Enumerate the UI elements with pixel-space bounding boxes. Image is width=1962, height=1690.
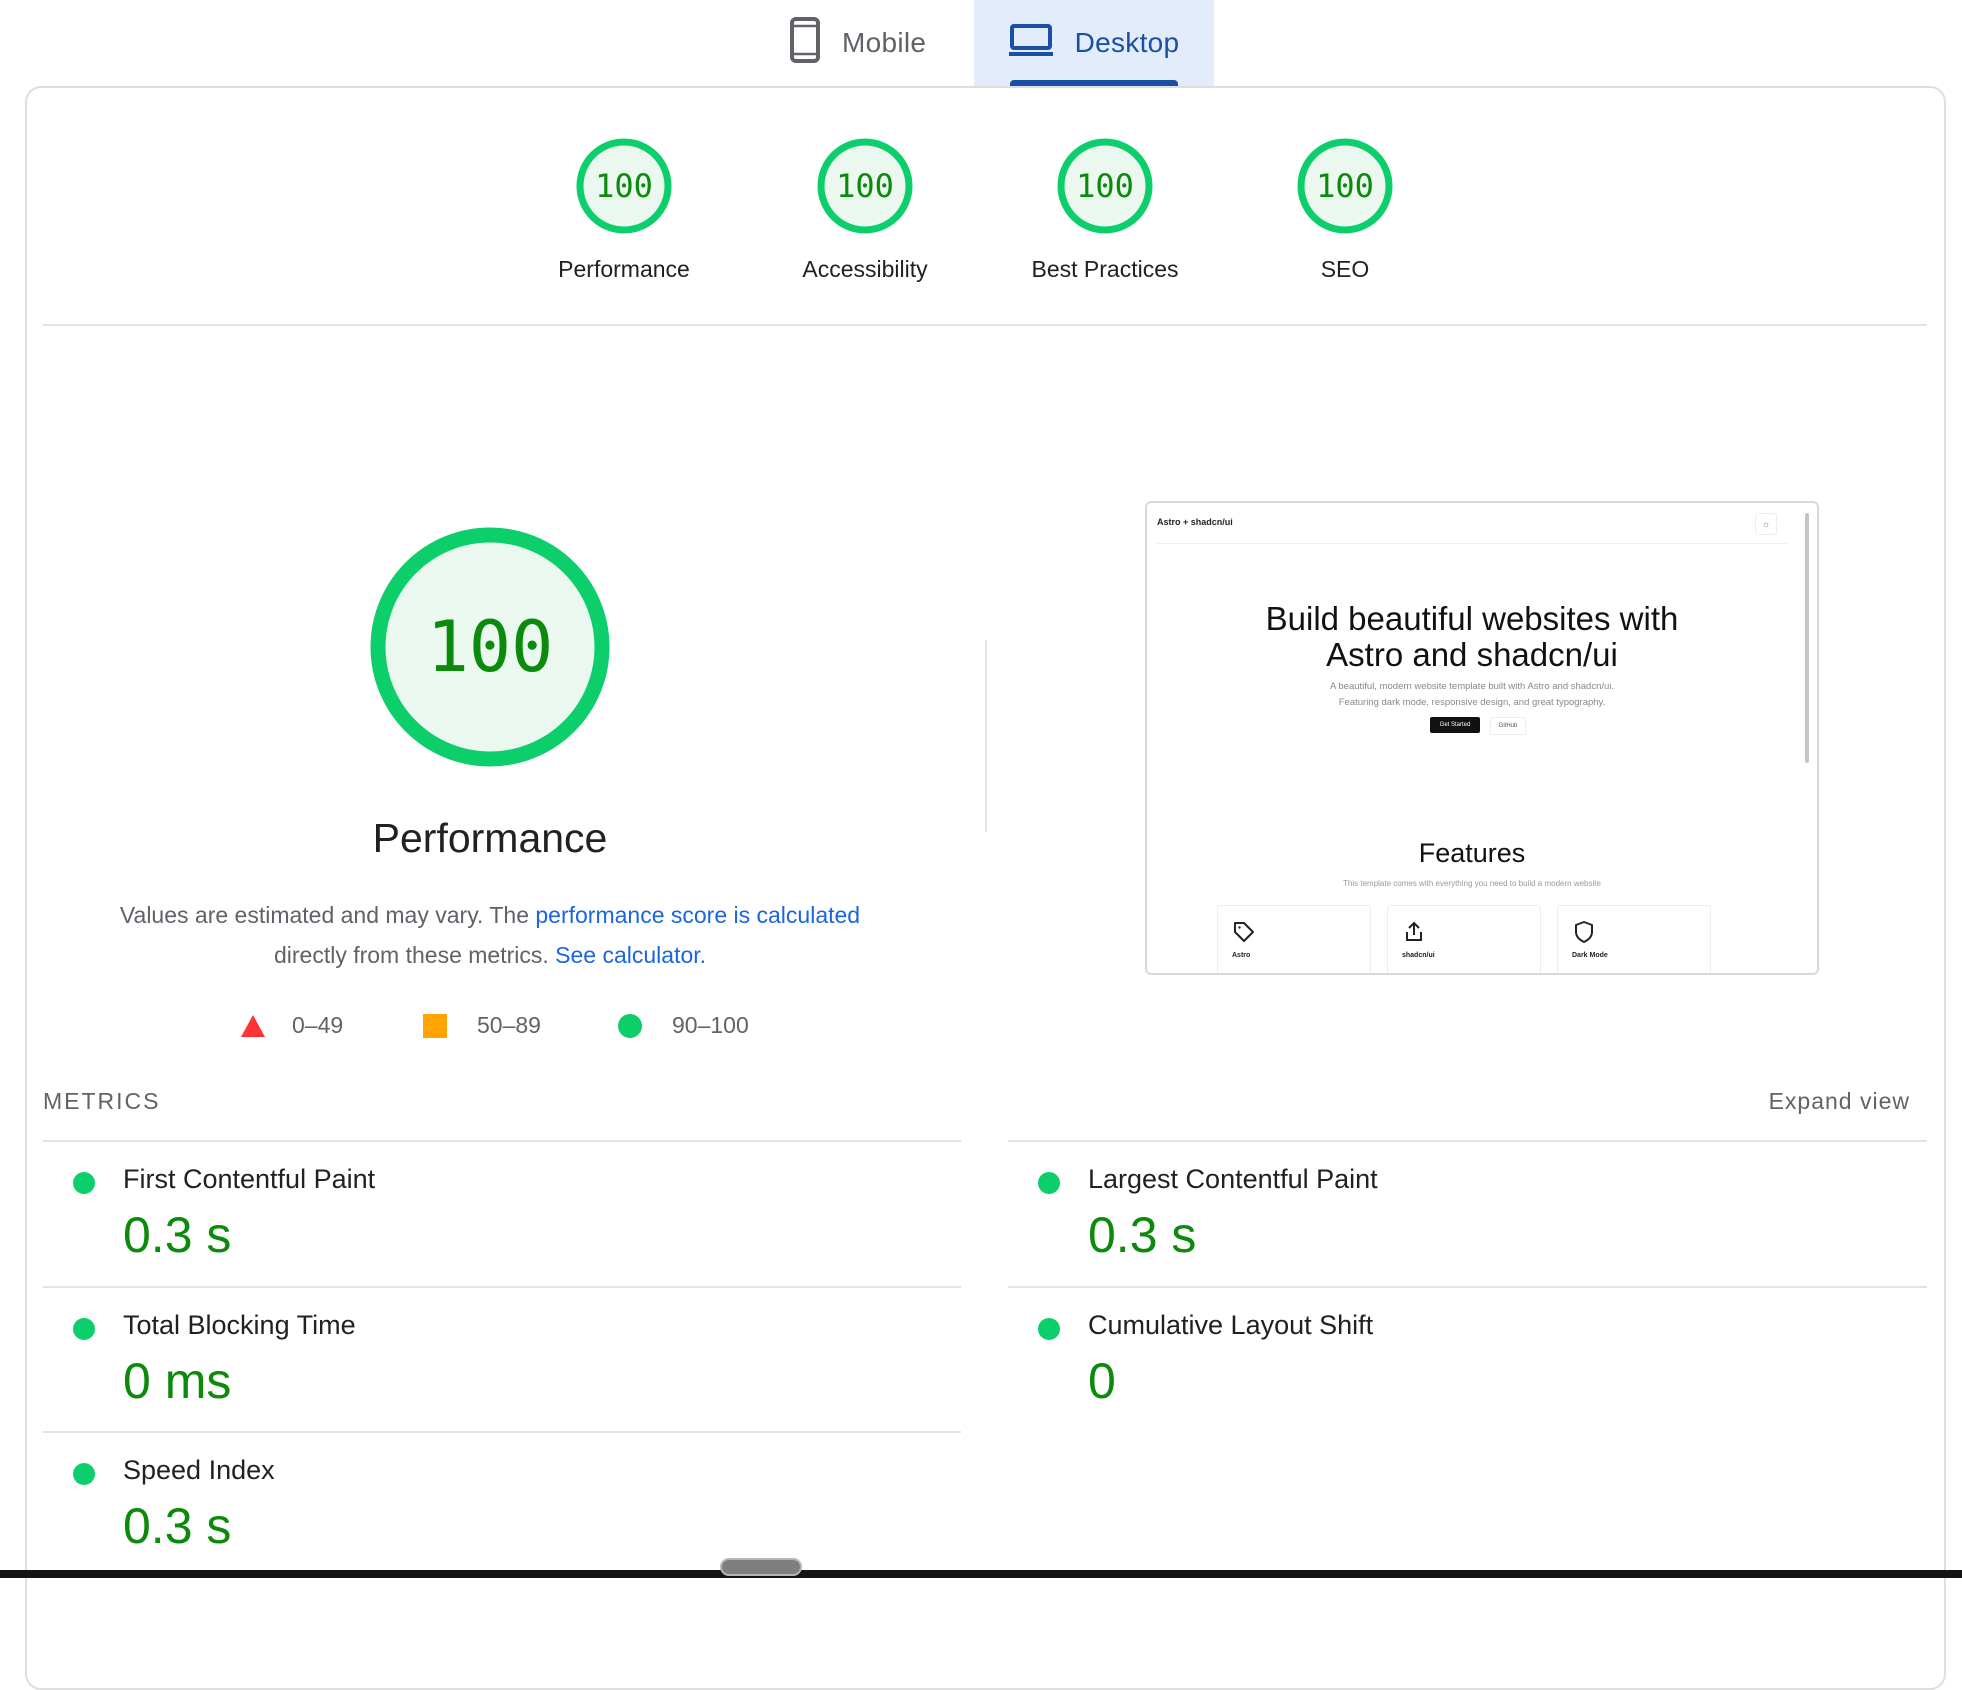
pass-circle-icon <box>73 1172 95 1194</box>
tab-mobile-label: Mobile <box>842 27 927 58</box>
metric-name: Largest Contentful Paint <box>1088 1164 1378 1194</box>
thumb-features-subtitle: This template comes with everything you … <box>1343 879 1601 888</box>
score-gauge: 100 <box>1297 138 1393 234</box>
category-gauge-best-practices[interactable]: 100 Best Practices <box>985 136 1225 283</box>
see-calculator-link[interactable]: See calculator. <box>555 942 706 968</box>
thumb-sub-line1: A beautiful, modern website template bui… <box>1329 681 1615 692</box>
metric-value: 0.3 s <box>123 1207 232 1263</box>
category-gauge-performance[interactable]: 100 Performance <box>504 136 744 283</box>
metric-value: 0.3 s <box>1088 1207 1197 1263</box>
metric-value: 0.3 s <box>123 1498 232 1554</box>
performance-score: 100 <box>427 606 553 688</box>
bottom-bar <box>0 1570 1962 1578</box>
thumb-heading-line1: Build beautiful websites with <box>1265 600 1679 637</box>
desc-text-2: directly from these metrics. <box>273 942 556 968</box>
metric-cumulative-layout-shift: Cumulative Layout Shift 0 <box>1008 1288 1926 1433</box>
pass-circle-icon <box>1038 1172 1060 1194</box>
gauge-score: 100 <box>836 167 894 205</box>
category-label: Accessibility <box>802 256 928 282</box>
score-gauge: 100 <box>576 138 672 234</box>
legend-average: 50–89 <box>423 1012 541 1039</box>
category-gauge-seo[interactable]: 100 SEO <box>1225 136 1465 283</box>
tab-mobile[interactable]: Mobile <box>790 0 970 86</box>
thumb-sub-line2: Featuring dark mode, responsive design, … <box>1338 697 1606 708</box>
legend-range: 50–89 <box>477 1012 541 1038</box>
gauge-score: 100 <box>595 167 653 205</box>
thumb-feature-card: Dark Mode <box>1557 905 1711 973</box>
thumb-scrollbar <box>1805 513 1809 763</box>
thumb-features-title: Features <box>1418 838 1526 868</box>
performance-description: Values are estimated and may vary. The p… <box>70 895 910 975</box>
pass-circle-icon <box>73 1463 95 1485</box>
metric-name: Cumulative Layout Shift <box>1088 1310 1374 1340</box>
pass-circle-icon <box>1038 1318 1060 1340</box>
thumb-get-started-button: Get Started <box>1430 717 1480 733</box>
thumb-card-label: Astro <box>1232 952 1251 959</box>
metrics-heading: METRICS <box>43 1088 161 1114</box>
category-label: Best Practices <box>1031 256 1179 282</box>
thumb-github-button: GitHub <box>1490 717 1526 735</box>
score-calculated-link[interactable]: performance score is calculated <box>535 902 860 928</box>
category-gauge-accessibility[interactable]: 100 Accessibility <box>745 136 985 283</box>
thumb-heading: Build beautiful websites with Astro and … <box>1147 601 1797 673</box>
score-legend: 0–49 50–89 90–100 <box>0 1012 980 1046</box>
thumb-feature-card: shadcn/ui <box>1387 905 1541 973</box>
final-screenshot-thumbnail[interactable]: Astro + shadcn/ui ☼ Build beautiful webs… <box>1145 501 1819 975</box>
score-gauge: 100 <box>1057 138 1153 234</box>
share-icon <box>1406 921 1422 941</box>
square-icon <box>423 1013 447 1038</box>
expand-view-button[interactable]: Expand view <box>1769 1088 1910 1115</box>
tag-icon <box>1234 922 1254 942</box>
triangle-icon <box>241 1014 265 1037</box>
vertical-divider <box>985 640 987 832</box>
tab-desktop[interactable]: Desktop <box>974 0 1214 86</box>
metric-total-blocking-time: Total Blocking Time 0 ms <box>43 1288 961 1433</box>
thumb-heading-line2: Astro and shadcn/ui <box>1326 636 1618 673</box>
metric-value: 0 <box>1088 1353 1116 1409</box>
performance-gauge: 100 <box>370 527 610 767</box>
metric-name: Total Blocking Time <box>123 1310 356 1340</box>
circle-icon <box>618 1013 642 1038</box>
metric-speed-index: Speed Index 0.3 s <box>43 1433 961 1578</box>
thumb-site-name: Astro + shadcn/ui <box>1157 517 1233 527</box>
gauge-score: 100 <box>1316 167 1374 205</box>
sun-icon: ☼ <box>1755 513 1777 535</box>
thumb-header-divider <box>1157 543 1787 544</box>
metric-first-contentful-paint: First Contentful Paint 0.3 s <box>43 1142 961 1287</box>
legend-fail: 0–49 <box>240 1012 343 1039</box>
thumb-feature-card: Astro <box>1217 905 1371 973</box>
desc-text: Values are estimated and may vary. The <box>119 902 536 928</box>
category-label: Performance <box>558 256 690 282</box>
shield-icon <box>1575 921 1593 943</box>
category-label: SEO <box>1320 256 1370 282</box>
gauge-score: 100 <box>1076 167 1134 205</box>
performance-title: Performance <box>372 815 608 861</box>
metric-name: First Contentful Paint <box>123 1164 376 1194</box>
smartphone-icon <box>790 16 820 70</box>
scroll-handle[interactable] <box>720 1558 802 1576</box>
section-divider <box>43 324 1927 326</box>
metric-name: Speed Index <box>123 1455 275 1485</box>
thumb-card-label: Dark Mode <box>1572 952 1608 959</box>
thumb-card-label: shadcn/ui <box>1402 952 1435 959</box>
laptop-icon <box>1008 23 1053 64</box>
metric-largest-contentful-paint: Largest Contentful Paint 0.3 s <box>1008 1142 1926 1287</box>
legend-range: 90–100 <box>672 1012 749 1038</box>
legend-range: 0–49 <box>292 1012 344 1038</box>
pass-circle-icon <box>73 1318 95 1340</box>
tab-desktop-label: Desktop <box>1074 27 1180 58</box>
metric-value: 0 ms <box>123 1353 232 1409</box>
thumb-subtitle: A beautiful, modern website template bui… <box>1147 679 1797 711</box>
legend-pass: 90–100 <box>618 1012 749 1039</box>
score-gauge: 100 <box>817 138 913 234</box>
